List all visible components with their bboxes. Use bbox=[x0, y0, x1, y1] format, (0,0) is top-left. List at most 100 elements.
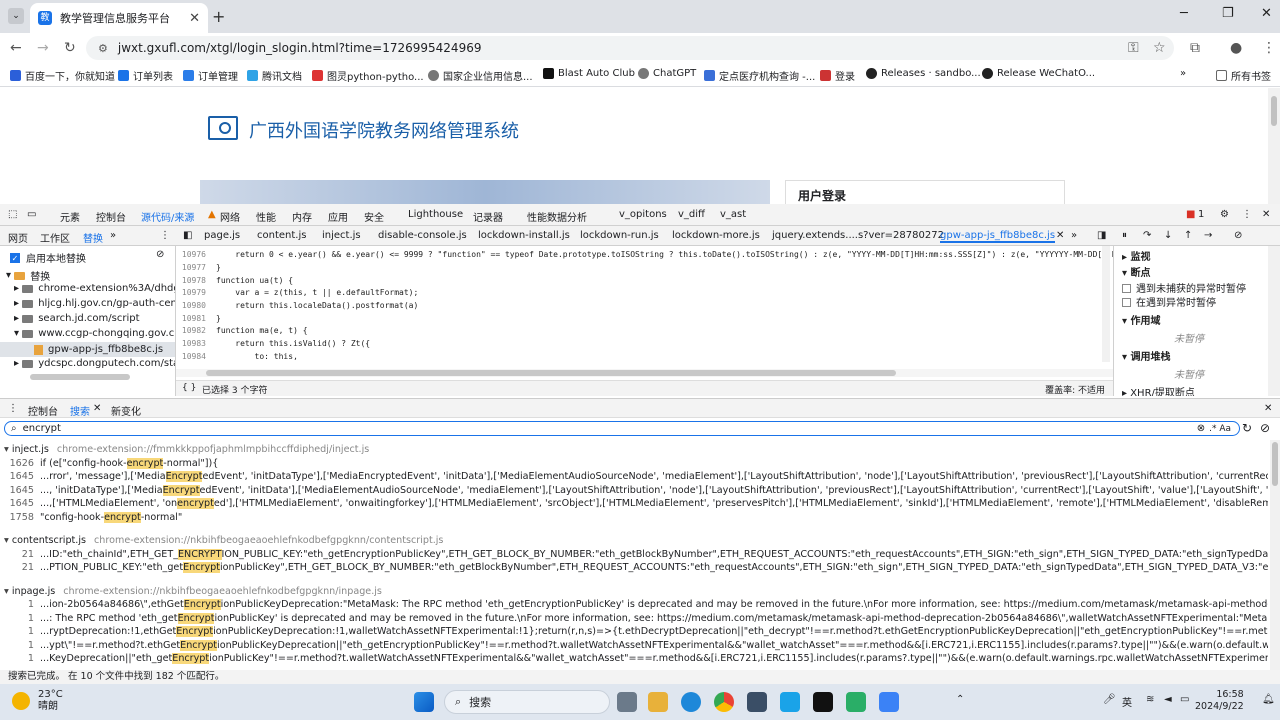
section-callstack[interactable]: ▾ 调用堆栈 bbox=[1122, 348, 1171, 363]
close-file-tab-icon[interactable]: ✕ bbox=[1056, 230, 1064, 241]
more-file-tabs-icon[interactable]: » bbox=[1071, 230, 1077, 241]
bookmark-item[interactable]: 登录 bbox=[820, 68, 855, 83]
result-file-header[interactable]: ▾ contentscript.js chrome-extension://nkbi… bbox=[4, 535, 443, 546]
search-input[interactable]: ⌕ encrypt ⊗ .* Aa bbox=[4, 421, 1240, 436]
drawer-tab-search[interactable]: 搜索 bbox=[70, 403, 90, 418]
tree-item[interactable]: ▾ 替换 bbox=[6, 268, 50, 283]
app-icon[interactable] bbox=[780, 692, 800, 712]
more-tabs-icon[interactable]: » bbox=[110, 230, 116, 241]
step-into-icon[interactable]: ↓ bbox=[1164, 230, 1172, 241]
reload-icon[interactable]: ↻ bbox=[64, 40, 76, 56]
tab-application[interactable]: 应用 bbox=[328, 209, 348, 224]
refresh-search-icon[interactable]: ↻ bbox=[1242, 421, 1252, 435]
result-match-row[interactable]: 1645 ...rror', 'message'],['MediaEncrypte… bbox=[0, 471, 1268, 482]
result-match-row[interactable]: 1758 "config-hook-encrypt-normal" bbox=[0, 511, 1268, 523]
bookmark-star-icon[interactable]: ☆ bbox=[1153, 40, 1166, 56]
weather-widget[interactable]: 23°C 晴朗 bbox=[12, 689, 63, 713]
error-badge-icon[interactable]: ■ bbox=[1186, 209, 1195, 220]
tab-overrides[interactable]: 替换 bbox=[83, 230, 103, 245]
result-match-row[interactable]: 1 ...ion-2b0564a84686\",ethGetEncryptionP… bbox=[0, 599, 1268, 610]
debugger-scrollbar[interactable] bbox=[1268, 246, 1280, 396]
qq-icon[interactable] bbox=[813, 692, 833, 712]
editor-vscrollbar[interactable] bbox=[1102, 246, 1110, 362]
file-tab[interactable]: inject.js bbox=[322, 230, 361, 241]
file-tab[interactable]: disable-console.js bbox=[378, 230, 467, 241]
file-explorer-icon[interactable] bbox=[648, 692, 668, 712]
ime-indicator[interactable]: 英 bbox=[1122, 694, 1132, 709]
bookmark-item[interactable]: 国家企业信用信息... bbox=[428, 68, 533, 83]
search-options[interactable]: .* Aa bbox=[1209, 424, 1231, 434]
page-scrollbar[interactable] bbox=[1268, 88, 1280, 204]
edge-icon[interactable] bbox=[681, 692, 701, 712]
deactivate-breakpoints-icon[interactable]: ⊘ bbox=[1234, 230, 1242, 241]
file-tab[interactable]: lockdown-install.js bbox=[478, 230, 570, 241]
file-tab-active[interactable]: gpw-app-js_ffb8be8c.js bbox=[940, 230, 1056, 243]
volume-icon[interactable]: ◄ bbox=[1164, 694, 1172, 705]
extensions-icon[interactable]: ⧉ bbox=[1190, 40, 1200, 56]
tab-console[interactable]: 控制台 bbox=[96, 209, 126, 224]
file-tab[interactable]: jquery.extends....s?ver=28780272 bbox=[772, 230, 944, 241]
clear-overrides-icon[interactable]: ⊘ bbox=[156, 249, 164, 260]
step-over-icon[interactable]: ↷ bbox=[1143, 230, 1151, 241]
microphone-icon[interactable]: 🎤︎ bbox=[1103, 694, 1116, 705]
tab-elements[interactable]: 元素 bbox=[60, 209, 80, 224]
close-tab-icon[interactable]: ✕ bbox=[189, 11, 200, 26]
tab-v-opitons[interactable]: v_opitons bbox=[619, 209, 667, 220]
page-scrollbar-thumb[interactable] bbox=[1271, 96, 1277, 126]
result-match-row[interactable]: 1645 ..., 'initDataType'],['MediaEncrypte… bbox=[0, 484, 1268, 496]
tree-item[interactable]: ▸ hljcg.hlj.gov.cn/gp-auth-center bbox=[14, 298, 175, 309]
tree-item[interactable]: ▸ ydcspc.dongputech.com/static/ bbox=[14, 358, 175, 369]
drawer-tab-console[interactable]: 控制台 bbox=[28, 403, 58, 418]
step-icon[interactable]: → bbox=[1204, 230, 1212, 241]
close-drawer-icon[interactable]: ✕ bbox=[1264, 403, 1272, 414]
taskbar-search[interactable]: ⌕ 搜索 bbox=[444, 690, 610, 714]
tab-workspace[interactable]: 工作区 bbox=[40, 230, 70, 245]
result-match-row[interactable]: 1626 if (e["config-hook-encrypt-normal"])… bbox=[0, 457, 1268, 469]
pause-caught-checkbox[interactable]: 在遇到异常时暂停 bbox=[1122, 294, 1216, 309]
browser-tab-active[interactable]: 教 教学管理信息服务平台 ✕ bbox=[30, 3, 208, 33]
tab-security[interactable]: 安全 bbox=[364, 209, 384, 224]
pycharm-icon[interactable] bbox=[747, 692, 767, 712]
code-editor[interactable]: 10976 return 0 < e.year() && e.year() <=… bbox=[176, 246, 1113, 380]
format-icon[interactable]: { } bbox=[182, 383, 196, 393]
notification-icon[interactable]: 🔔︎ bbox=[1262, 694, 1275, 705]
windows-start-icon[interactable] bbox=[414, 692, 434, 712]
forward-icon[interactable]: → bbox=[37, 40, 49, 56]
result-match-row[interactable]: 21 ...PTION_PUBLIC_KEY:"eth_getEncryption… bbox=[0, 562, 1268, 573]
browser-menu-icon[interactable]: ⋮ bbox=[1262, 40, 1276, 56]
enable-local-overrides-checkbox[interactable]: ✓ 启用本地替换 bbox=[10, 250, 86, 265]
battery-icon[interactable]: ▭ bbox=[1180, 694, 1189, 705]
drawer-tab-changes[interactable]: 新变化 bbox=[111, 403, 141, 418]
pause-icon[interactable]: ⏸ bbox=[1122, 230, 1127, 241]
result-match-row[interactable]: 1645 ...,['HTMLMediaElement', 'onencrypte… bbox=[0, 498, 1268, 509]
clear-search-icon[interactable]: ⊗ bbox=[1197, 423, 1205, 434]
bookmark-item[interactable]: Blast Auto Club bbox=[543, 68, 635, 79]
chrome-icon[interactable] bbox=[714, 692, 734, 712]
bookmark-item[interactable]: 订单管理 bbox=[183, 68, 238, 83]
bookmark-item[interactable]: ChatGPT bbox=[638, 68, 696, 79]
site-info-icon[interactable]: ⚙ bbox=[98, 42, 108, 55]
bookmark-item[interactable]: 腾讯文档 bbox=[247, 68, 302, 83]
tab-performance[interactable]: 性能 bbox=[256, 209, 276, 224]
tab-v-diff[interactable]: v_diff bbox=[678, 209, 705, 220]
address-bar[interactable]: ⚙ jwxt.gxufl.com/xtgl/login_slogin.html?… bbox=[86, 36, 1174, 60]
bookmark-item[interactable]: 图灵python-pytho... bbox=[312, 68, 424, 83]
profile-avatar-icon[interactable]: ● bbox=[1230, 40, 1242, 56]
bookmark-item[interactable]: Release WeChatO... bbox=[982, 68, 1095, 79]
bookmark-item[interactable]: 百度一下，你就知道 bbox=[10, 68, 115, 83]
section-watch[interactable]: ▸ 监视 bbox=[1122, 248, 1151, 263]
drawer-menu-icon[interactable]: ⋮ bbox=[8, 403, 18, 414]
pause-uncaught-checkbox[interactable]: 遇到未捕获的异常时暂停 bbox=[1122, 280, 1246, 295]
bookmark-item[interactable]: 订单列表 bbox=[118, 68, 173, 83]
toggle-navigator-icon[interactable]: ◧ bbox=[183, 230, 192, 241]
password-key-icon[interactable]: ⚿ bbox=[1128, 40, 1139, 56]
close-search-tab-icon[interactable]: ✕ bbox=[93, 403, 101, 414]
editor-hscrollbar[interactable] bbox=[176, 369, 1113, 377]
tab-performance-insights[interactable]: 性能数据分析 bbox=[527, 209, 587, 224]
more-options-icon[interactable]: ⋮ bbox=[1242, 209, 1252, 220]
bookmark-item[interactable]: 定点医疗机构查询 -... bbox=[704, 68, 815, 83]
result-match-row[interactable]: 1 ...ryptDeprecation:!1,ethGetEncryptionP… bbox=[0, 626, 1268, 637]
results-scrollbar[interactable] bbox=[1270, 440, 1280, 670]
bookmarks-overflow-icon[interactable]: » bbox=[1180, 68, 1186, 79]
result-file-header[interactable]: ▾ inject.js chrome-extension://fmmkkkppofj… bbox=[4, 444, 369, 455]
